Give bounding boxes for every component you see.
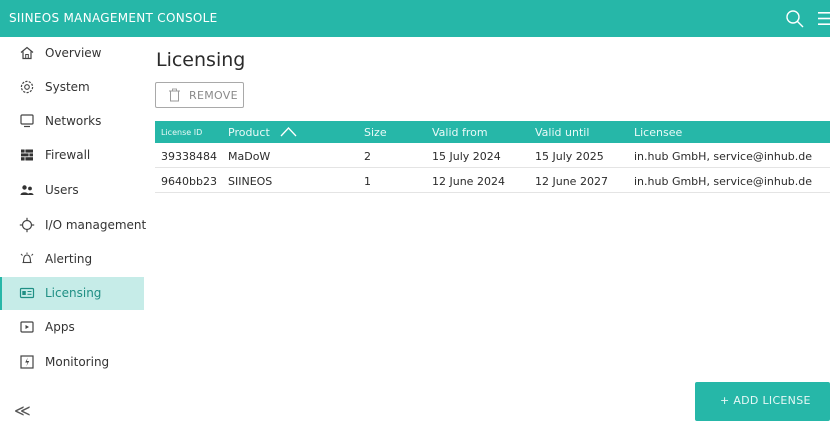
- cell-license-id: 9640bb23: [161, 175, 217, 188]
- sidebar-item-label: Monitoring: [45, 355, 110, 369]
- sidebar-item-label: I/O management: [45, 218, 147, 232]
- cell-licensee: in.hub GmbH, service@inhub.de: [634, 150, 813, 163]
- monitor-icon: [20, 114, 34, 128]
- sidebar-item-io-management[interactable]: I/O management: [0, 209, 147, 242]
- sidebar-item-label: Licensing: [45, 286, 102, 300]
- cell-valid-until: 12 June 2027: [535, 175, 608, 188]
- sidebar-item-label: Alerting: [45, 252, 93, 266]
- license-table-header: License ID Product Size Valid from Valid…: [155, 121, 830, 143]
- sidebar-item-system[interactable]: System: [0, 71, 144, 104]
- sidebar-item-apps[interactable]: Apps: [0, 311, 144, 344]
- app-title: SIINEOS MANAGEMENT CONSOLE: [9, 11, 218, 25]
- hamburger-menu-icon[interactable]: [818, 11, 830, 26]
- page-title: Licensing: [156, 49, 246, 71]
- alert-icon: [20, 252, 34, 264]
- sidebar-item-users[interactable]: Users: [0, 174, 144, 207]
- sidebar: Overview System Networks Firewall Users …: [0, 37, 147, 425]
- apps-icon: [20, 321, 34, 333]
- license-icon: [19, 287, 35, 299]
- collapse-sidebar-icon[interactable]: ≪: [14, 403, 31, 419]
- column-header-valid-from[interactable]: Valid from: [432, 126, 488, 139]
- io-icon: [19, 217, 35, 233]
- sidebar-item-alerting[interactable]: Alerting: [0, 243, 144, 276]
- gear-icon: [20, 80, 34, 94]
- cell-license-id: 39338484: [161, 150, 217, 163]
- column-header-size[interactable]: Size: [364, 126, 387, 139]
- sidebar-item-firewall[interactable]: Firewall: [0, 139, 144, 172]
- add-license-button[interactable]: + ADD LICENSE: [695, 382, 830, 421]
- sidebar-item-label: Apps: [45, 320, 75, 334]
- trash-icon: [169, 88, 180, 102]
- sidebar-item-overview[interactable]: Overview: [0, 37, 144, 70]
- sidebar-item-label: Firewall: [45, 148, 91, 162]
- column-header-product[interactable]: Product: [228, 126, 270, 139]
- monitoring-icon: [20, 355, 34, 369]
- column-header-license-id[interactable]: License ID: [161, 128, 202, 137]
- cell-size: 1: [364, 175, 371, 188]
- sidebar-item-networks[interactable]: Networks: [0, 105, 144, 138]
- cell-valid-from: 15 July 2024: [432, 150, 501, 163]
- search-icon[interactable]: [785, 9, 805, 29]
- column-header-licensee[interactable]: Licensee: [634, 126, 682, 139]
- cell-valid-from: 12 June 2024: [432, 175, 505, 188]
- cell-valid-until: 15 July 2025: [535, 150, 604, 163]
- remove-button-label: REMOVE: [189, 89, 238, 102]
- cell-product: SIINEOS: [228, 175, 273, 188]
- table-row[interactable]: 9640bb23 SIINEOS 1 12 June 2024 12 June …: [155, 169, 830, 193]
- users-icon: [20, 185, 34, 195]
- remove-button[interactable]: REMOVE: [155, 82, 244, 108]
- sidebar-item-label: Overview: [45, 46, 102, 60]
- column-header-valid-until[interactable]: Valid until: [535, 126, 589, 139]
- cell-product: MaDoW: [228, 150, 271, 163]
- cell-licensee: in.hub GmbH, service@inhub.de: [634, 175, 813, 188]
- sort-ascending-icon[interactable]: [280, 126, 297, 137]
- home-icon: [20, 46, 34, 60]
- cell-size: 2: [364, 150, 371, 163]
- sidebar-item-monitoring[interactable]: Monitoring: [0, 346, 144, 379]
- sidebar-item-licensing[interactable]: Licensing: [0, 277, 144, 310]
- sidebar-item-label: System: [45, 80, 90, 94]
- sidebar-item-label: Users: [45, 183, 79, 197]
- sidebar-item-label: Networks: [45, 114, 102, 128]
- add-license-button-label: + ADD LICENSE: [720, 394, 811, 407]
- main-content: Licensing REMOVE License ID Product Size…: [144, 37, 830, 425]
- top-bar: SIINEOS MANAGEMENT CONSOLE: [0, 0, 830, 37]
- firewall-icon: [21, 149, 33, 161]
- table-row[interactable]: 39338484 MaDoW 2 15 July 2024 15 July 20…: [155, 144, 830, 168]
